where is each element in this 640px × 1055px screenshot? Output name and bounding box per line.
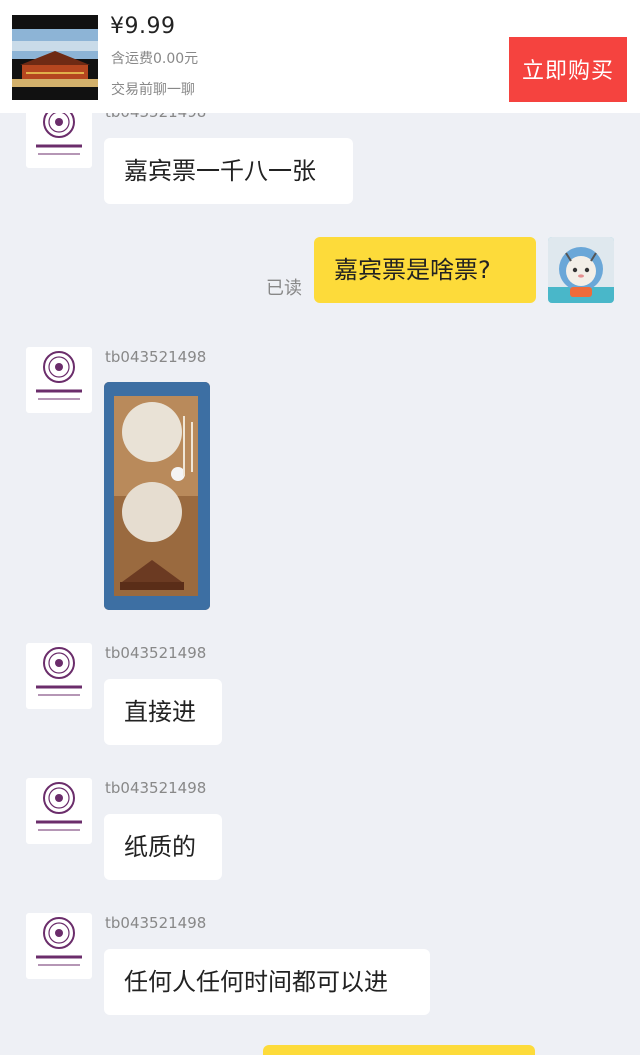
message-text: 纸质的 [124,833,196,861]
my-avatar[interactable] [548,237,614,303]
tsinghua-logo-icon [36,647,82,696]
message-text: 直接进 [124,698,196,726]
product-price: ¥9.99 [110,14,176,39]
product-thumbnail[interactable] [12,15,98,100]
read-status: 已读 [266,278,302,299]
ticket-photo-message[interactable] [104,382,210,610]
buy-now-button[interactable]: 立即购买 [509,37,627,102]
message-bubble[interactable]: 纸质的 [104,814,222,880]
message-text: 嘉宾票一千八一张 [124,157,316,185]
tsinghua-logo-icon [36,351,82,400]
sender-username: tb043521498 [105,644,207,662]
seller-avatar[interactable] [26,347,92,413]
sender-username: tb043521498 [105,779,207,797]
shipping-info: 含运费0.00元 [111,51,199,67]
seller-avatar[interactable] [26,913,92,979]
chat-hint: 交易前聊一聊 [111,82,195,98]
chat-thread: tb043521498 嘉宾票一千八一张 已读 嘉宾票是啥票? tb0435 [0,0,640,1055]
sender-username: tb043521498 [105,914,207,932]
tsinghua-logo-icon [36,917,82,966]
seller-avatar[interactable] [26,643,92,709]
my-message-bubble[interactable]: 嘉宾票是啥票? [314,237,536,303]
message-text: 嘉宾票是啥票? [334,256,491,284]
message-text: 任何人任何时间都可以进 [124,968,388,996]
product-header: ¥9.99 含运费0.00元 交易前聊一聊 立即购买 [0,0,640,113]
sender-username: tb043521498 [105,348,207,366]
forbidden-city-photo-icon [12,15,98,100]
ticket-photo-icon [104,382,210,610]
message-bubble[interactable]: 直接进 [104,679,222,745]
seller-avatar[interactable] [26,778,92,844]
message-bubble[interactable]: 任何人任何时间都可以进 [104,949,430,1015]
next-message-bubble-peek [263,1045,535,1055]
astronaut-cat-icon [548,237,614,303]
tsinghua-logo-icon [36,782,82,831]
message-bubble[interactable]: 嘉宾票一千八一张 [104,138,353,204]
